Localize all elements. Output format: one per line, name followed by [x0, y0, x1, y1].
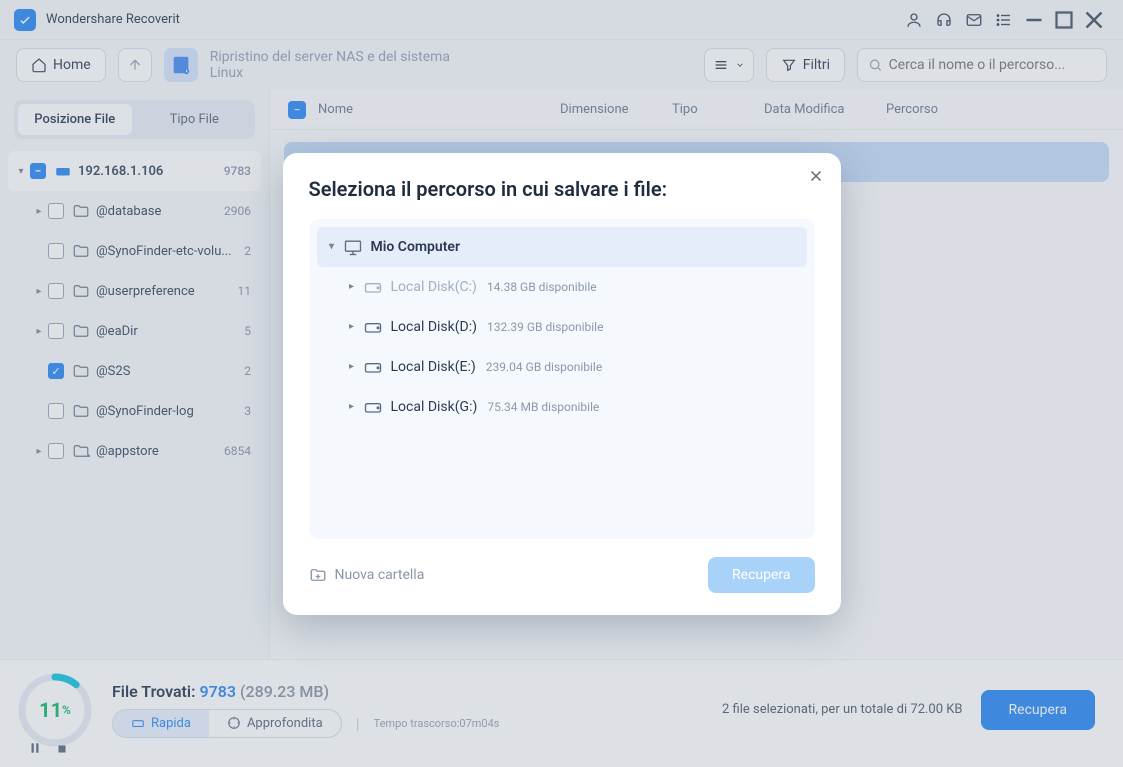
drive-root[interactable]: ▾ Mio Computer: [317, 227, 807, 267]
drive-icon: [363, 357, 383, 377]
chevron-down-icon: ▾: [325, 241, 339, 252]
drive-item[interactable]: ▸ Local Disk(D:) 132.39 GB disponibile: [317, 307, 807, 347]
chevron-right-icon: ▸: [345, 361, 359, 372]
drive-icon: [363, 397, 383, 417]
save-path-modal: Seleziona il percorso in cui salvare i f…: [283, 153, 841, 615]
drive-item[interactable]: ▸ Local Disk(G:) 75.34 MB disponibile: [317, 387, 807, 427]
drive-panel: ▾ Mio Computer ▸ Local Disk(C:) 14.38 GB…: [309, 219, 815, 539]
drive-item[interactable]: ▸ Local Disk(E:) 239.04 GB disponibile: [317, 347, 807, 387]
drive-icon: [363, 277, 383, 297]
new-folder-button[interactable]: Nuova cartella: [309, 566, 425, 584]
modal-title: Seleziona il percorso in cui salvare i f…: [309, 177, 815, 201]
folder-plus-icon: [309, 566, 327, 584]
close-icon: [807, 167, 825, 185]
drive-icon: [363, 317, 383, 337]
drive-item[interactable]: ▸ Local Disk(C:) 14.38 GB disponibile: [317, 267, 807, 307]
chevron-right-icon: ▸: [345, 281, 359, 292]
modal-recover-button[interactable]: Recupera: [708, 557, 814, 593]
computer-icon: [343, 237, 363, 257]
chevron-right-icon: ▸: [345, 401, 359, 412]
chevron-right-icon: ▸: [345, 321, 359, 332]
modal-overlay: Seleziona il percorso in cui salvare i f…: [0, 0, 1123, 767]
modal-close-button[interactable]: [807, 167, 825, 189]
